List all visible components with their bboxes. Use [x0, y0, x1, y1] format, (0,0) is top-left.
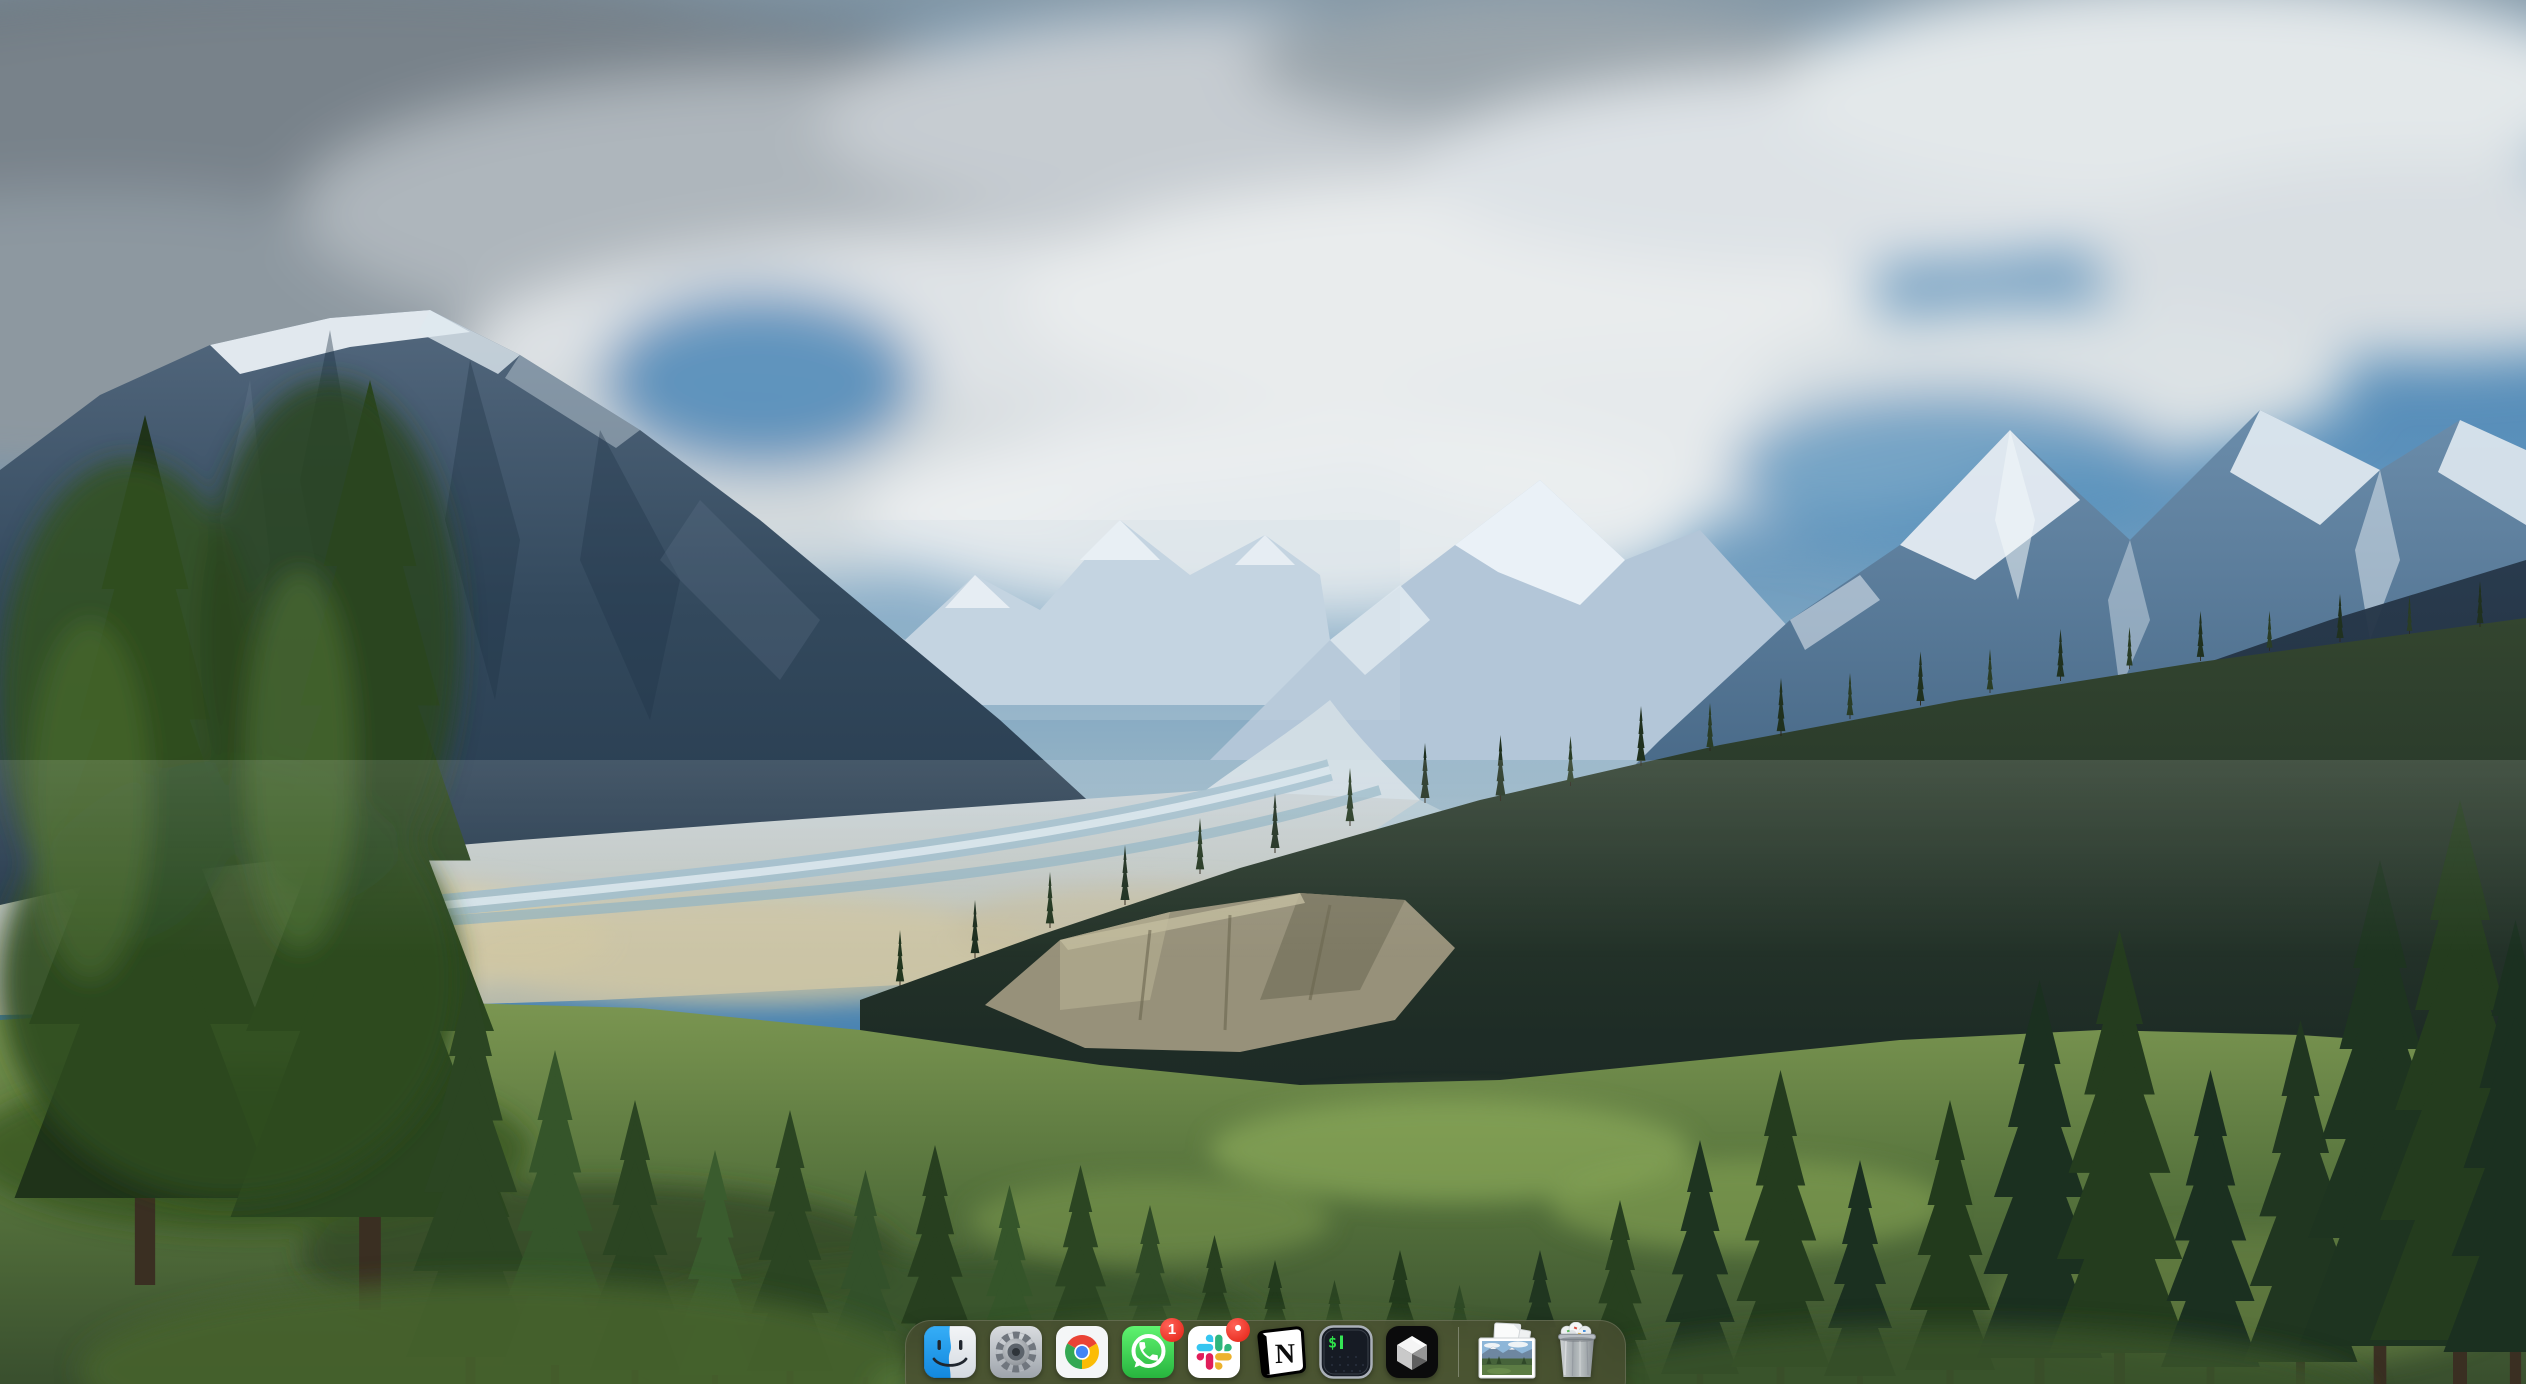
dock: 1 • N $ [905, 1320, 1626, 1384]
chrome-icon [1055, 1325, 1109, 1379]
finder-icon [923, 1325, 977, 1379]
terminal-icon: $ [1319, 1325, 1373, 1379]
horizon-haze [0, 760, 2526, 960]
dock-item-system-settings[interactable] [989, 1325, 1043, 1379]
notion-letter: N [1274, 1338, 1295, 1370]
desktop: 1 • N $ [0, 0, 2526, 1384]
screenshot-file-icon [1478, 1322, 1540, 1380]
whatsapp-notification-badge: 1 [1160, 1318, 1184, 1342]
wallpaper-image [0, 0, 2526, 1384]
notion-icon: N [1253, 1325, 1307, 1379]
dock-item-finder[interactable] [923, 1325, 977, 1379]
dock-item-terminal[interactable]: $ [1319, 1325, 1373, 1379]
dock-item-screenshot-stack[interactable] [1478, 1322, 1540, 1380]
slack-notification-badge: • [1226, 1318, 1250, 1342]
terminal-prompt: $ [1328, 1334, 1337, 1352]
dock-item-whatsapp[interactable]: 1 [1121, 1325, 1175, 1379]
settings-gear-icon [989, 1325, 1043, 1379]
dock-item-chrome[interactable] [1055, 1325, 1109, 1379]
dock-item-trash[interactable] [1552, 1322, 1602, 1380]
dock-item-cube-app[interactable] [1385, 1325, 1439, 1379]
cube-3d-icon [1385, 1325, 1439, 1379]
dock-separator [1458, 1327, 1459, 1377]
trash-full-icon [1552, 1322, 1602, 1380]
dock-item-notion[interactable]: N [1253, 1325, 1307, 1379]
dock-item-slack[interactable]: • [1187, 1325, 1241, 1379]
